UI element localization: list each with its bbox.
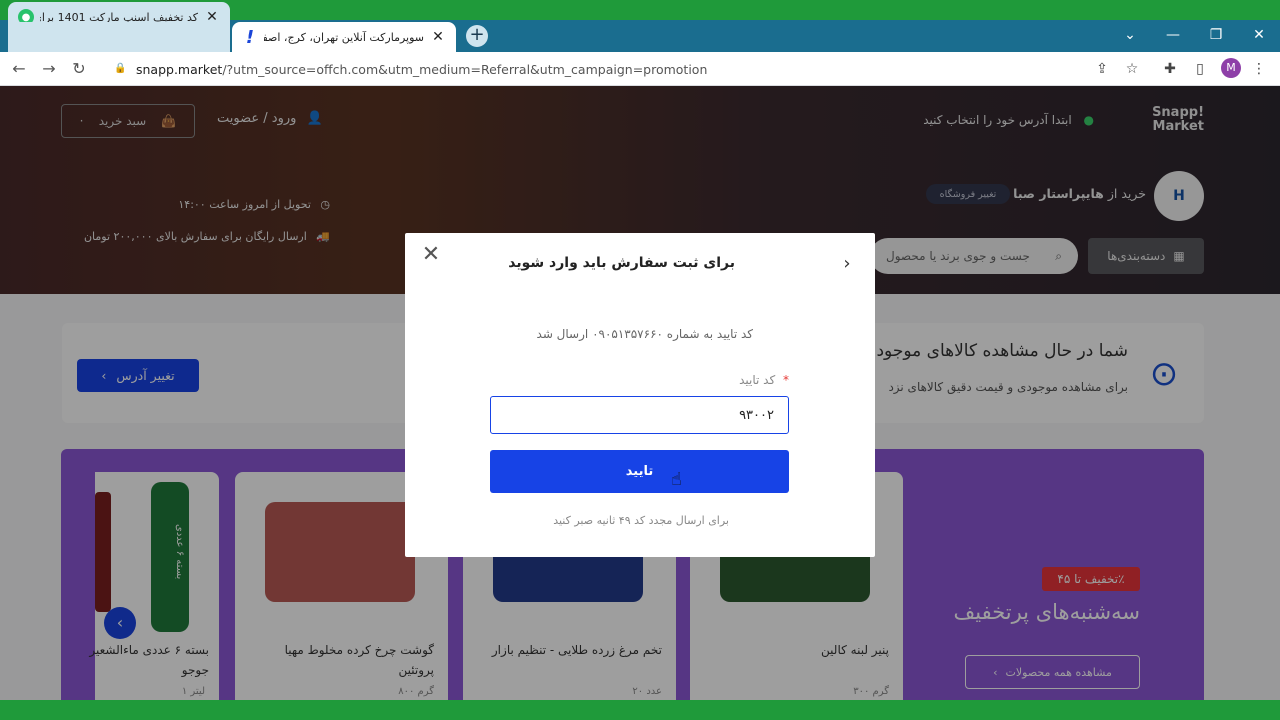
tab-title: سوپرمارکت آنلاین تهران، کرج، اصفه: [264, 30, 424, 44]
browser-tab-active[interactable]: ! سوپرمارکت آنلاین تهران، کرج، اصفه ✕: [232, 22, 456, 52]
new-tab-button[interactable]: +: [466, 25, 488, 47]
back-arrow-icon[interactable]: ←: [8, 58, 30, 80]
close-icon[interactable]: ✕: [421, 243, 441, 267]
side-panel-icon[interactable]: ▯: [1190, 59, 1210, 79]
address-bar[interactable]: 🔒 snapp.market /?utm_source=offch.com&ut…: [100, 57, 1260, 81]
bookmark-star-icon[interactable]: ☆: [1122, 59, 1142, 79]
extensions-puzzle-icon[interactable]: ✚: [1160, 59, 1180, 79]
code-field-label: کد تایید *: [739, 373, 789, 387]
browser-toolbar: ← → ↻ 🔒 snapp.market /?utm_source=offch.…: [0, 52, 1280, 86]
restore-button[interactable]: ❐: [1196, 22, 1236, 48]
forward-arrow-icon[interactable]: →: [38, 58, 60, 80]
window-close-button[interactable]: ✕: [1239, 22, 1279, 48]
confirm-label: تایید: [625, 464, 654, 479]
mouse-pointer-icon: ☝: [671, 469, 682, 490]
url-host: snapp.market: [136, 61, 223, 77]
share-icon[interactable]: ⇪: [1092, 59, 1112, 79]
chevron-right-icon[interactable]: ›: [839, 253, 855, 275]
lock-icon: 🔒: [114, 63, 127, 74]
verification-sent-text: کد تایید به شماره ۰۹۰۵۱۳۵۷۶۶۰ ارسال شد: [536, 327, 753, 341]
bottom-frame-strip: [0, 700, 1280, 720]
required-mark: *: [783, 373, 789, 387]
profile-avatar[interactable]: M: [1221, 58, 1241, 78]
verification-code-input[interactable]: [490, 396, 789, 434]
code-label-text: کد تایید: [739, 373, 776, 387]
reload-icon[interactable]: ↻: [68, 58, 90, 80]
tab-search-dropdown-icon[interactable]: ⌄: [1110, 22, 1150, 48]
minimize-button[interactable]: —: [1153, 22, 1193, 48]
browser-menu-icon[interactable]: ⋮: [1249, 59, 1269, 79]
login-modal: ✕ › برای ثبت سفارش باید وارد شوید کد تای…: [405, 233, 875, 557]
resend-countdown-text: برای ارسال مجدد کد ۴۹ ثانیه صبر کنید: [553, 514, 729, 527]
exclamation-favicon-icon: !: [245, 26, 255, 48]
browser-tab-inactive-bg: [8, 22, 230, 52]
url-path: /?utm_source=offch.com&utm_medium=Referr…: [222, 61, 708, 77]
tab-close-icon[interactable]: ✕: [430, 29, 446, 45]
modal-title: برای ثبت سفارش باید وارد شوید: [508, 255, 735, 271]
confirm-button[interactable]: تایید: [490, 450, 789, 493]
